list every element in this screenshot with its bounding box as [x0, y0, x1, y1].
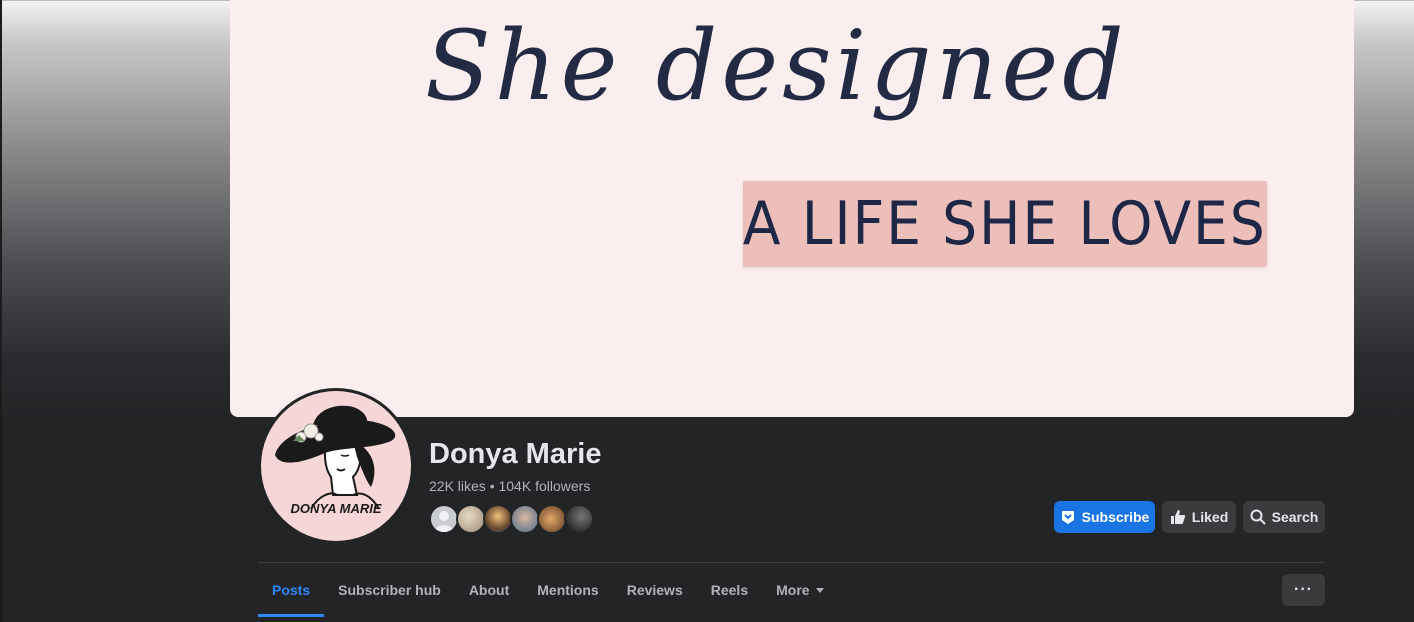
profile-avatar[interactable]: DONYA MARIE: [258, 388, 414, 544]
avatar-brand-text: DONYA MARIE: [290, 501, 382, 516]
follower-avatar[interactable]: [537, 504, 567, 534]
window-left-edge: [0, 0, 2, 622]
tab-reviews[interactable]: Reviews: [613, 563, 697, 617]
tab-subscriber-hub[interactable]: Subscriber hub: [324, 563, 455, 617]
more-options-button[interactable]: ···: [1282, 574, 1325, 606]
search-label: Search: [1271, 509, 1319, 525]
avatar-logo: DONYA MARIE: [261, 391, 411, 541]
tab-about-label: About: [468, 582, 510, 598]
search-button[interactable]: Search: [1243, 501, 1325, 533]
follower-avatar[interactable]: [510, 504, 540, 534]
subscribe-badge-icon: [1061, 511, 1074, 524]
tab-subscriber-hub-label: Subscriber hub: [338, 582, 441, 598]
tab-posts[interactable]: Posts: [258, 563, 325, 617]
follower-avatar[interactable]: [564, 504, 594, 534]
liked-button[interactable]: Liked: [1162, 501, 1236, 533]
tab-mentions[interactable]: Mentions: [523, 563, 612, 617]
page-stats[interactable]: 22K likes • 104K followers: [429, 478, 590, 494]
subscribe-label: Subscribe: [1081, 509, 1150, 525]
tab-reels[interactable]: Reels: [697, 563, 762, 617]
cover-band-text: A LIFE SHE LOVES: [743, 189, 1267, 259]
tab-more-label: More: [776, 582, 810, 598]
cover-script-text: She designed: [425, 10, 1128, 122]
follower-avatar[interactable]: [483, 504, 513, 534]
tab-mentions-label: Mentions: [537, 582, 599, 598]
tab-about[interactable]: About: [455, 563, 523, 617]
follower-avatar[interactable]: [429, 504, 459, 534]
tab-posts-label: Posts: [272, 582, 311, 598]
woman-hat-logo-icon: [275, 405, 396, 510]
thumbs-up-icon: [1170, 510, 1185, 524]
page-title[interactable]: Donya Marie: [429, 438, 601, 471]
default-user-icon: [434, 511, 454, 532]
cover-band: A LIFE SHE LOVES: [743, 181, 1267, 267]
subscribe-button[interactable]: Subscribe: [1054, 501, 1155, 533]
tab-more[interactable]: More: [762, 563, 837, 617]
follower-avatars[interactable]: [429, 504, 594, 534]
search-icon: [1250, 509, 1266, 525]
follower-avatar[interactable]: [456, 504, 486, 534]
ellipsis-icon: ···: [1294, 581, 1313, 598]
tab-reels-label: Reels: [710, 582, 749, 598]
cover-photo[interactable]: She designed A LIFE SHE LOVES: [230, 0, 1354, 417]
tab-reviews-label: Reviews: [626, 582, 683, 598]
liked-label: Liked: [1191, 509, 1229, 525]
page-tabs: Posts Subscriber hub About Mentions Revi…: [258, 563, 838, 617]
chevron-down-icon: [815, 587, 824, 593]
